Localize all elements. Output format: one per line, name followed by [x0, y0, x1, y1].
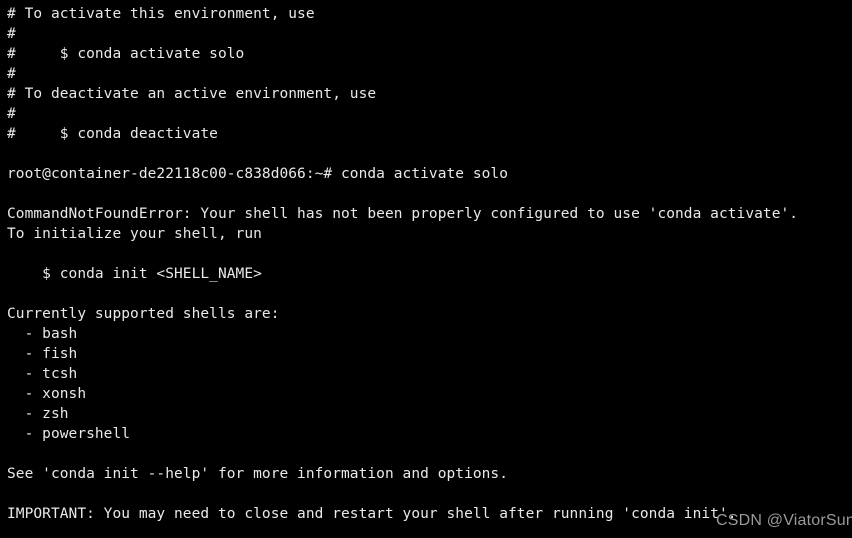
- shells-heading: Currently supported shells are:: [7, 306, 280, 322]
- shell-bash: - bash: [7, 326, 78, 342]
- init-command: $ conda init <SHELL_NAME>: [7, 266, 262, 282]
- prompt-line: root@container-de22118c00-c838d066:~# co…: [7, 166, 509, 182]
- error-initialize-hint: To initialize your shell, run: [7, 226, 262, 242]
- shell-tcsh: - tcsh: [7, 366, 78, 382]
- terminal-window: # To activate this environment, use # # $ …: [0, 0, 852, 538]
- comment-activate-command: # $ conda activate solo: [7, 46, 245, 62]
- shell-zsh: - zsh: [7, 406, 69, 422]
- shell-powershell: - powershell: [7, 426, 131, 442]
- comment-blank-1: #: [7, 26, 16, 42]
- csdn-watermark: CSDN @ViatorSun: [716, 512, 852, 529]
- terminal-output[interactable]: # To activate this environment, use # # $ …: [7, 4, 852, 524]
- comment-activate-intro: # To activate this environment, use: [7, 6, 315, 22]
- see-help-line: See 'conda init --help' for more informa…: [7, 466, 509, 482]
- shell-xonsh: - xonsh: [7, 386, 87, 402]
- comment-deactivate-intro: # To deactivate an active environment, u…: [7, 86, 377, 102]
- error-headline: CommandNotFoundError: Your shell has not…: [7, 206, 799, 222]
- comment-blank-3: #: [7, 106, 16, 122]
- shell-fish: - fish: [7, 346, 78, 362]
- comment-blank-2: #: [7, 66, 16, 82]
- comment-deactivate-command: # $ conda deactivate: [7, 126, 218, 142]
